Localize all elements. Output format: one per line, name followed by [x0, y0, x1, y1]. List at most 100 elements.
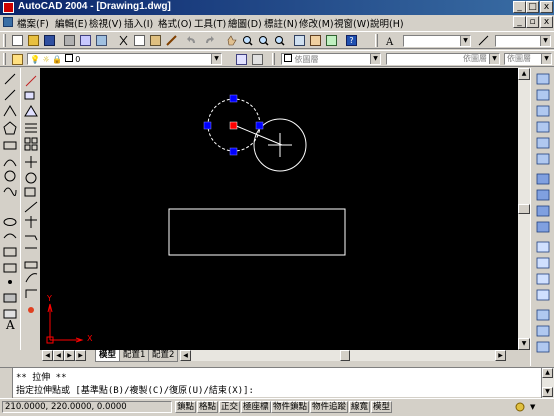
menu-modify[interactable]: 修改(M) [299, 16, 334, 30]
toolbar-grip[interactable] [3, 53, 6, 65]
coordinate-readout[interactable]: 210.0000, 220.0000, 0.0000 [2, 401, 172, 413]
vertical-scrollbar[interactable]: ▲ ▼ [518, 68, 530, 350]
layer-manager-icon[interactable] [12, 54, 23, 65]
print-preview-icon[interactable] [80, 35, 91, 46]
color-control-combo[interactable]: 依圖層 ▼ [281, 53, 381, 65]
save-icon[interactable] [44, 35, 55, 46]
layer-combo[interactable]: 💡 ☼ 🔒 0 ▼ [27, 53, 222, 65]
menu-draw[interactable]: 繪圖(D) [228, 16, 262, 30]
command-window[interactable]: ** 拉伸 ** 指定拉伸點或 [基準點(B)/複製(C)/復原(U)/結束(X… [0, 367, 554, 398]
undo-icon[interactable] [186, 35, 197, 46]
menu-edit[interactable]: 編輯(E) [55, 16, 87, 30]
menu-dimension[interactable]: 標註(N) [264, 16, 298, 30]
communication-center-icon[interactable] [514, 402, 526, 413]
scroll-left-button[interactable]: ◀ [180, 350, 191, 361]
close-button[interactable]: x [540, 1, 553, 13]
menu-help[interactable]: 說明(H) [370, 16, 404, 30]
standard-toolbar: ? A ▼ ▼ [0, 31, 554, 49]
title-bar: AutoCAD 2004 - [Drawing1.dwg] _ □ x [0, 0, 554, 15]
menu-format[interactable]: 格式(O) [158, 16, 192, 30]
zoom-realtime-icon[interactable] [242, 35, 253, 46]
text-style-combo[interactable]: ▼ [403, 35, 471, 47]
lineweight-toggle[interactable]: 線寬 [349, 401, 371, 413]
open-icon[interactable] [28, 35, 39, 46]
properties-icon[interactable] [294, 35, 305, 46]
grip-right [255, 121, 264, 130]
zoom-window-icon[interactable] [258, 35, 269, 46]
multiline-text-icon[interactable]: A [6, 318, 15, 332]
color-value: 依圖層 [294, 55, 319, 64]
menu-insert[interactable]: 插入(I) [124, 16, 153, 30]
tab-last-button[interactable]: ▶ [75, 350, 86, 361]
toolbar-grip[interactable] [3, 34, 6, 47]
command-window-grip[interactable] [0, 368, 13, 398]
doc-close-button[interactable]: x [540, 16, 553, 28]
design-center-icon[interactable] [310, 35, 321, 46]
zoom-previous-icon[interactable] [274, 35, 285, 46]
tab-layout1[interactable]: 配置1 [119, 350, 150, 362]
tab-layout2[interactable]: 配置2 [148, 350, 179, 362]
redo-icon[interactable] [204, 35, 215, 46]
status-bar: 210.0000, 220.0000, 0.0000 鎖點 格點 正交 極座標 … [0, 398, 554, 415]
command-scrollbar[interactable]: ▲ ▼ [541, 368, 554, 398]
menu-file[interactable]: 檔案(F) [17, 16, 49, 30]
cut-icon[interactable] [118, 35, 129, 46]
menu-window[interactable]: 視窗(W) [334, 16, 370, 30]
menu-tools[interactable]: 工具(T) [194, 16, 226, 30]
dimension-icon[interactable] [537, 74, 549, 86]
copy-icon[interactable] [134, 35, 145, 46]
match-properties-icon[interactable] [166, 35, 177, 46]
new-icon[interactable] [12, 35, 23, 46]
h-scroll-thumb[interactable] [340, 350, 350, 361]
layer-previous-icon[interactable] [252, 54, 263, 65]
toolbar-grip[interactable] [272, 53, 275, 65]
ucs-y-label: Y [47, 294, 52, 303]
tool-palettes-icon[interactable] [326, 35, 337, 46]
help-icon[interactable]: ? [346, 35, 357, 46]
ucs-icon [46, 303, 84, 344]
osnap-toggle[interactable]: 物件鎖點 [271, 401, 310, 413]
publish-icon[interactable] [96, 35, 107, 46]
window-title: AutoCAD 2004 - [Drawing1.dwg] [18, 1, 171, 12]
menu-view[interactable]: 檢視(V) [89, 16, 122, 30]
toolbar-grip[interactable] [375, 34, 378, 47]
drawing-canvas[interactable]: Y X [40, 68, 518, 350]
explode-icon[interactable] [25, 304, 37, 316]
tray-settings-icon[interactable]: ▼ [530, 402, 542, 413]
tab-first-button[interactable]: ◀ [42, 350, 53, 361]
doc-minimize-button[interactable]: _ [513, 16, 526, 28]
print-icon[interactable] [64, 35, 75, 46]
paste-icon[interactable] [150, 35, 161, 46]
minimize-button[interactable]: _ [513, 1, 526, 13]
command-prompt[interactable]: 指定拉伸點或 [基準點(B)/複製(C)/復原(U)/結束(X)]: [16, 383, 254, 396]
command-scroll-up[interactable]: ▲ [542, 368, 553, 378]
snap-toggle[interactable]: 鎖點 [175, 401, 197, 413]
tab-prev-button[interactable]: ◀ [53, 350, 64, 361]
scroll-right-button[interactable]: ▶ [495, 350, 506, 361]
scroll-thumb[interactable] [518, 204, 530, 214]
dimension-style-icon[interactable] [478, 35, 489, 46]
model-toggle[interactable]: 模型 [371, 401, 393, 413]
horizontal-scrollbar[interactable]: ◀ ▶ [180, 350, 506, 361]
dimension-style-combo[interactable]: ▼ [495, 35, 551, 47]
layer-name: 0 [75, 55, 81, 64]
ortho-toggle[interactable]: 正交 [219, 401, 241, 413]
command-scroll-down[interactable]: ▼ [542, 387, 553, 397]
otrack-toggle[interactable]: 物件追蹤 [310, 401, 349, 413]
linetype-control-combo[interactable]: 依圖層 ▼ [386, 53, 500, 65]
scroll-up-button[interactable]: ▲ [518, 68, 530, 80]
scroll-down-button[interactable]: ▼ [518, 338, 530, 350]
tab-model[interactable]: 模型 [95, 350, 121, 362]
pan-icon[interactable] [226, 35, 237, 46]
lineweight-control-combo[interactable]: 依圖層 ▼ [504, 53, 552, 65]
make-object-layer-current-icon[interactable] [236, 54, 247, 65]
grid-toggle[interactable]: 格點 [197, 401, 219, 413]
document-icon[interactable] [3, 17, 13, 27]
doc-restore-button[interactable]: ▫ [526, 16, 539, 28]
autocad-app-icon[interactable] [3, 2, 14, 13]
maximize-button[interactable]: □ [526, 1, 539, 13]
grip-top [229, 94, 238, 103]
polar-toggle[interactable]: 極座標 [241, 401, 271, 413]
tab-next-button[interactable]: ▶ [64, 350, 75, 361]
text-style-icon[interactable]: A [385, 35, 396, 48]
